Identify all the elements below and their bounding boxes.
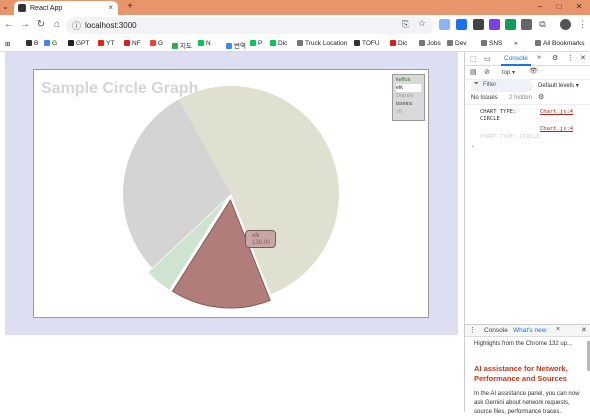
legend-item[interactable]: Dopshi [396, 92, 421, 100]
log1-source-link[interactable]: Chart.js:4 [540, 109, 573, 115]
tooltip-value: 138.00 [252, 240, 271, 246]
log1-value: CIRCLE [480, 116, 500, 122]
legend-item[interactable]: sB [396, 108, 421, 116]
device-toolbar-icon[interactable]: ▭ [484, 55, 491, 63]
close-whats-new-icon[interactable]: × [556, 326, 560, 333]
menu-kebab-icon[interactable]: ⋮ [577, 19, 588, 30]
extension-dark-icon[interactable] [473, 19, 484, 30]
legend-item[interactable]: isseira [396, 100, 421, 108]
no-issues-label[interactable]: No Issues [471, 95, 498, 101]
bookmark-item[interactable]: SNS [481, 40, 502, 47]
profile-avatar[interactable] [560, 19, 571, 30]
devtools-menu-icon[interactable]: ⋮ [567, 54, 574, 62]
chart-legend: kelfus elk Dopshi isseira sB [392, 74, 425, 121]
filter-icon: ⏷ [474, 81, 479, 87]
minimize-button[interactable]: – [533, 0, 547, 14]
extension-purple-icon[interactable] [489, 19, 500, 30]
bookmark-item[interactable]: » [514, 40, 518, 47]
ai-assistance-body: In the AI assistance panel, you can now … [474, 391, 580, 415]
chart-title: Sample Circle Graph [41, 80, 199, 97]
log-levels-dropdown[interactable]: Default levels ▾ [538, 82, 579, 89]
bookmark-favicon-icon [481, 40, 487, 46]
live-expression-eye-icon[interactable]: 👁 [529, 67, 538, 75]
console-prompt[interactable]: › [471, 144, 474, 151]
log1-text: CHART TYPE: [480, 109, 517, 115]
tooltip-label: elk [252, 233, 260, 239]
bookmark-label: All Bookmarks [543, 40, 585, 47]
ai-assistance-heading: AI assistance for Network, Performance a… [474, 364, 568, 383]
settings-gear-icon[interactable]: ⚙ [552, 54, 558, 62]
drawer-menu-icon[interactable]: ⋮ [469, 326, 476, 334]
close-drawer-icon[interactable]: ✕ [581, 326, 587, 334]
console-settings-icon[interactable]: ⚙ [538, 93, 544, 101]
pie-chart [122, 86, 339, 309]
extensions-puzzle-icon[interactable]: ⧉ [537, 19, 548, 30]
levels-label: Default levels [538, 83, 575, 89]
drawer-tab-whats-new[interactable]: What's new [513, 327, 546, 334]
sidebar-toggle-icon[interactable]: ▤ [470, 68, 477, 76]
close-devtools-icon[interactable]: ✕ [580, 54, 586, 62]
bookmark-label: SNS [489, 40, 503, 47]
hidden-count: 2 hidden [509, 95, 533, 101]
legend-item[interactable]: kelfus [396, 76, 421, 84]
filter-placeholder: Filter [483, 82, 497, 88]
inspect-element-icon[interactable]: ⬚ [470, 55, 477, 63]
clear-console-icon[interactable]: ⊘ [484, 68, 490, 76]
devtools-panel [464, 52, 590, 412]
devtools-tab-console[interactable]: Console [501, 55, 531, 66]
extension-shield-icon[interactable] [505, 19, 516, 30]
maximize-button[interactable]: □ [552, 0, 566, 14]
drawer-tab-console[interactable]: Console [484, 327, 508, 334]
more-tabs-icon[interactable]: » [537, 54, 541, 61]
console-log-line-1: CHART TYPE: CIRCLE [480, 109, 516, 123]
extension-leaf-icon[interactable] [521, 19, 532, 30]
highlights-text: Highlights from the Chrome 132 up... [474, 341, 573, 347]
context-label: top [502, 70, 511, 76]
chart-tooltip: elk 138.00 [245, 230, 276, 248]
bookmark-item[interactable]: All Bookmarks [535, 40, 585, 47]
context-selector[interactable]: top ▾ [502, 69, 515, 76]
log2-source-link[interactable]: Chart.js:4 [540, 126, 573, 132]
bookmark-favicon-icon [535, 40, 541, 46]
console-filter-input[interactable]: ⏷ Filter [471, 80, 533, 92]
bookmark-label: » [514, 40, 518, 47]
console-log-line-3: CHART TYPE: CIRCLE [480, 134, 540, 140]
legend-item[interactable]: elk [396, 84, 421, 92]
close-window-button[interactable]: ✕ [572, 0, 586, 14]
